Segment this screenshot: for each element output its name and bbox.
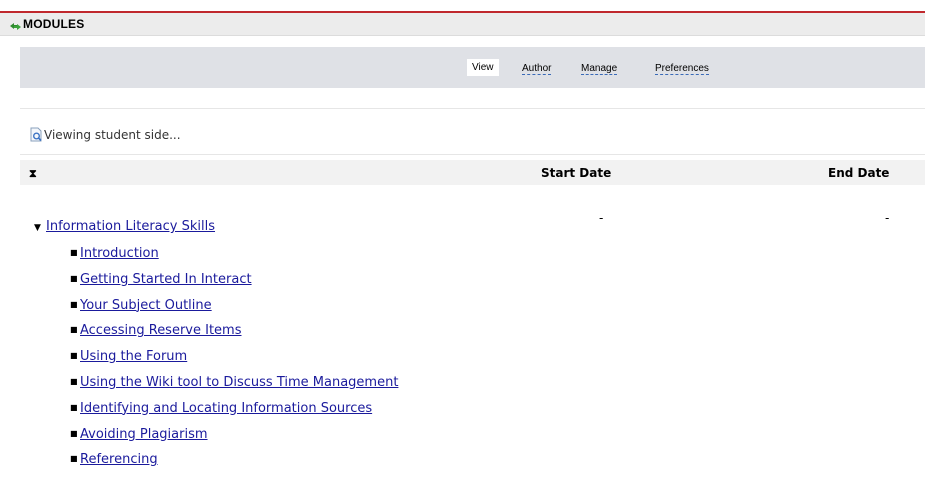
column-end-date: End Date: [828, 166, 890, 180]
list-item: ■ Referencing: [70, 452, 398, 478]
module-item-link[interactable]: Introduction: [80, 246, 159, 261]
module-root: ▼ Information Literacy Skills: [34, 219, 215, 234]
tab-manage[interactable]: Manage: [581, 63, 618, 75]
module-item-link[interactable]: Getting Started In Interact: [80, 272, 252, 287]
root-end-date: -: [885, 211, 890, 225]
module-item-link[interactable]: Your Subject Outline: [80, 298, 212, 313]
module-item-list: ■ Introduction ■ Getting Started In Intera…: [70, 246, 398, 478]
list-item: ■ Using the Forum: [70, 349, 398, 375]
tab-view[interactable]: View: [467, 59, 499, 76]
bullet-icon: ■: [70, 299, 78, 309]
tab-author[interactable]: Author: [522, 63, 552, 75]
expand-triangle-icon[interactable]: ▼: [34, 223, 46, 233]
module-item-link[interactable]: Identifying and Locating Information Sou…: [80, 401, 372, 416]
module-header: MODULES: [0, 13, 925, 36]
module-item-link[interactable]: Referencing: [80, 452, 158, 467]
bullet-icon: ■: [70, 402, 78, 412]
refresh-arrows-icon[interactable]: [9, 17, 22, 36]
module-item-link[interactable]: Using the Wiki tool to Discuss Time Mana…: [80, 375, 398, 390]
module-toolbar: View Author Manage Preferences: [20, 47, 925, 88]
collapse-all-icon[interactable]: ⧗: [29, 167, 37, 181]
list-item: ■ Identifying and Locating Information So…: [70, 401, 398, 427]
list-item: ■ Avoiding Plagiarism: [70, 427, 398, 453]
module-item-link[interactable]: Avoiding Plagiarism: [80, 427, 208, 442]
module-item-link[interactable]: Accessing Reserve Items: [80, 323, 242, 338]
column-start-date: Start Date: [541, 166, 612, 180]
bullet-icon: ■: [70, 454, 78, 464]
module-item-link[interactable]: Using the Forum: [80, 349, 187, 364]
bullet-icon: ■: [70, 325, 78, 335]
bullet-icon: ■: [70, 273, 78, 283]
magnifier-page-icon: [30, 127, 43, 145]
list-item: ■ Using the Wiki tool to Discuss Time Man…: [70, 375, 398, 401]
bullet-icon: ■: [70, 376, 78, 386]
list-item: ■ Getting Started In Interact: [70, 272, 398, 298]
bullet-icon: ■: [70, 248, 78, 257]
page-title: MODULES: [23, 17, 85, 31]
viewing-status-text: Viewing student side...: [44, 128, 181, 142]
root-start-date: -: [599, 211, 604, 225]
bullet-icon: ■: [70, 351, 78, 361]
divider: [20, 154, 925, 155]
divider: [20, 108, 925, 109]
tab-preferences[interactable]: Preferences: [655, 63, 709, 75]
list-item: ■ Your Subject Outline: [70, 298, 398, 324]
list-item: ■ Introduction: [70, 246, 398, 272]
bullet-icon: ■: [70, 428, 78, 438]
table-header: ⧗ Start Date End Date: [20, 160, 925, 185]
list-item: ■ Accessing Reserve Items: [70, 323, 398, 349]
module-root-link[interactable]: Information Literacy Skills: [46, 219, 215, 234]
viewing-status: Viewing student side...: [30, 127, 181, 145]
